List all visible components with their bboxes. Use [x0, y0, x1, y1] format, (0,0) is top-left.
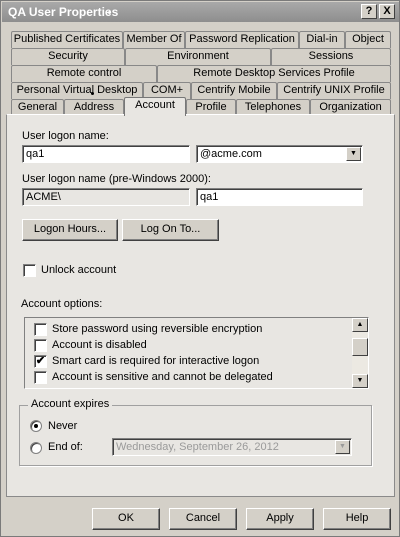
- option-label-reversible-encryption: Store password using reversible encrypti…: [52, 323, 263, 335]
- options-scrollbar[interactable]: ▲ ▼: [352, 318, 368, 388]
- cursor-dot-icon: [108, 11, 111, 14]
- tab-account[interactable]: Account: [124, 97, 186, 116]
- unlock-account-checkbox[interactable]: [23, 264, 36, 277]
- log-on-to-button[interactable]: Log On To...: [122, 219, 219, 241]
- tab-member-of[interactable]: Member Of: [123, 31, 185, 48]
- properties-dialog: QA User Properties ? X Published Certifi…: [0, 0, 400, 537]
- account-options-list[interactable]: Store password using reversible encrypti…: [24, 317, 369, 389]
- help-button[interactable]: Help: [323, 508, 391, 530]
- tab-personal-virtual-desktop[interactable]: Personal Virtual Desktop: [11, 82, 143, 99]
- pre2000-user-input[interactable]: qa1: [196, 188, 363, 206]
- cancel-button[interactable]: Cancel: [169, 508, 237, 530]
- pre2000-domain-field: ACME\: [22, 188, 190, 206]
- account-expires-label: Account expires: [28, 398, 113, 410]
- option-checkbox-sensitive[interactable]: [34, 371, 47, 384]
- logon-name-label: User logon name:: [22, 130, 109, 142]
- tab-object[interactable]: Object: [345, 31, 391, 48]
- tab-published-certificates[interactable]: Published Certificates: [11, 31, 123, 48]
- never-label: Never: [48, 420, 78, 432]
- tab-sessions[interactable]: Sessions: [271, 48, 391, 65]
- tab-remote-desktop-services-profile[interactable]: Remote Desktop Services Profile: [157, 65, 391, 82]
- scroll-thumb[interactable]: [352, 338, 368, 356]
- end-date-picker: Wednesday, September 26, 2012 ▼: [112, 438, 352, 456]
- account-options-label: Account options:: [21, 298, 103, 310]
- option-label-sensitive: Account is sensitive and cannot be deleg…: [52, 371, 273, 383]
- title-bar[interactable]: QA User Properties ? X: [2, 2, 399, 22]
- upn-suffix-select[interactable]: @acme.com ▼: [196, 145, 363, 163]
- end-of-label: End of:: [48, 441, 83, 453]
- close-button[interactable]: X: [379, 4, 395, 19]
- option-checkbox-smart-card[interactable]: ✔: [34, 355, 47, 368]
- option-checkbox-reversible-encryption[interactable]: [34, 323, 47, 336]
- help-title-button[interactable]: ?: [361, 4, 377, 19]
- tab-environment[interactable]: Environment: [125, 48, 271, 65]
- scroll-down-icon[interactable]: ▼: [352, 374, 368, 388]
- tab-password-replication[interactable]: Password Replication: [185, 31, 299, 48]
- apply-button[interactable]: Apply: [246, 508, 314, 530]
- tab-remote-control[interactable]: Remote control: [11, 65, 157, 82]
- date-dropdown-icon: ▼: [335, 440, 350, 454]
- pre2000-label: User logon name (pre-Windows 2000):: [22, 173, 211, 185]
- never-radio[interactable]: [30, 420, 42, 432]
- option-label-smart-card: Smart card is required for interactive l…: [52, 355, 260, 367]
- account-panel: User logon name: qa1 @acme.com ▼ User lo…: [6, 114, 395, 497]
- upn-suffix-value: @acme.com: [200, 148, 262, 160]
- end-date-value: Wednesday, September 26, 2012: [116, 441, 279, 453]
- scroll-up-icon[interactable]: ▲: [352, 318, 368, 332]
- window-title: QA User Properties: [8, 5, 119, 19]
- unlock-account-label: Unlock account: [41, 264, 117, 276]
- option-checkbox-account-disabled[interactable]: [34, 339, 47, 352]
- logon-name-input[interactable]: qa1: [22, 145, 190, 163]
- option-label-account-disabled: Account is disabled: [52, 339, 147, 351]
- dropdown-arrow-icon[interactable]: ▼: [346, 147, 361, 161]
- end-of-radio[interactable]: [30, 442, 42, 454]
- check-icon: ✔: [35, 355, 46, 367]
- tab-centrify-mobile[interactable]: Centrify Mobile: [191, 82, 277, 99]
- tab-security[interactable]: Security: [11, 48, 125, 65]
- cursor-dot-icon: [91, 92, 94, 95]
- tab-dial-in[interactable]: Dial-in: [299, 31, 345, 48]
- ok-button[interactable]: OK: [92, 508, 160, 530]
- logon-hours-button[interactable]: Logon Hours...: [22, 219, 118, 241]
- tab-centrify-unix-profile[interactable]: Centrify UNIX Profile: [277, 82, 391, 99]
- account-expires-group: Account expires Never End of: Wednesday,…: [19, 398, 372, 466]
